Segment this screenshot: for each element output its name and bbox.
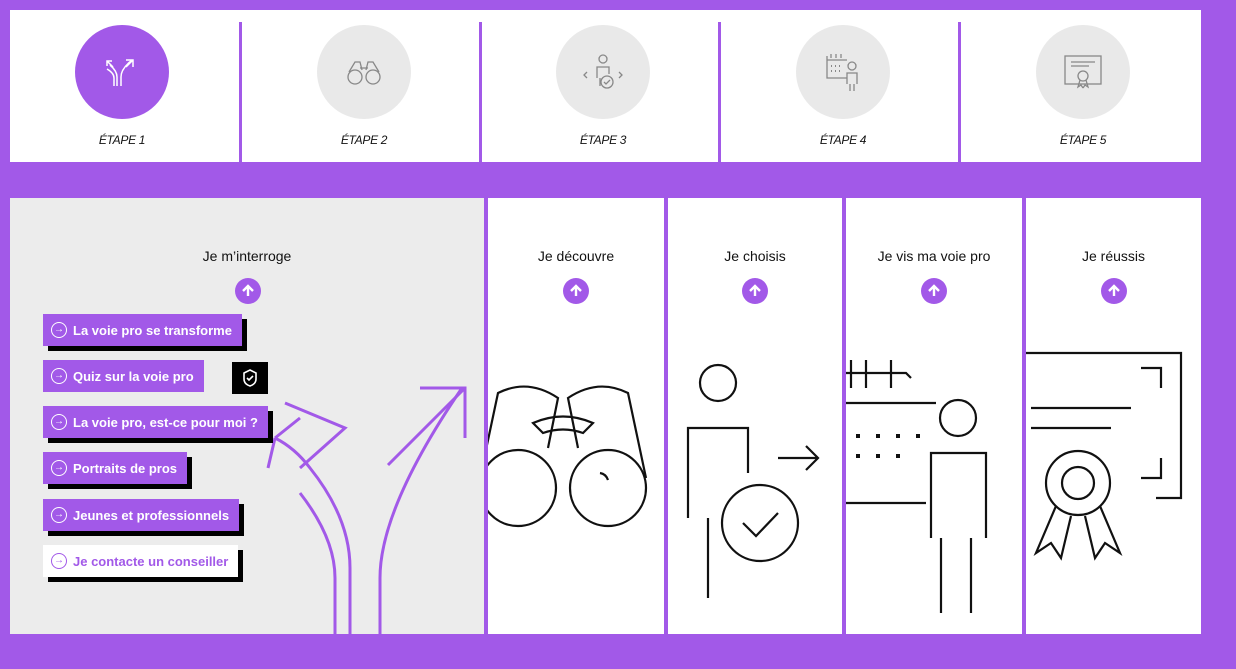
panel-title: Je découvre: [537, 248, 615, 264]
link-la-voie-pro-se-transforme[interactable]: → La voie pro se transforme: [43, 314, 242, 346]
link-label: Jeunes et professionnels: [73, 507, 230, 523]
step-2[interactable]: ÉTAPE 2: [264, 10, 464, 162]
arrow-up-circle-icon[interactable]: [235, 278, 261, 304]
person-choice-illustration: [686, 363, 820, 598]
panel-je-choisis: Je choisis: [668, 198, 842, 634]
panel-title: Je choisis: [724, 248, 786, 264]
step-1[interactable]: ÉTAPE 1: [22, 10, 222, 162]
step-label: ÉTAPE 4: [819, 133, 867, 147]
arrow-up-circle-icon[interactable]: [921, 278, 947, 304]
step-label: ÉTAPE 3: [579, 133, 627, 147]
panel-title: Je vis ma voie pro: [877, 248, 991, 264]
step-divider: [479, 22, 482, 162]
arrow-up-circle-icon[interactable]: [1101, 278, 1127, 304]
step-4[interactable]: ÉTAPE 4: [743, 10, 943, 162]
link-la-voie-pro-est-ce-pour-moi[interactable]: → La voie pro, est-ce pour moi ?: [43, 406, 268, 438]
panel-je-decouvre: Je découvre: [488, 198, 664, 634]
link-je-contacte-un-conseiller[interactable]: → Je contacte un conseiller: [43, 545, 239, 577]
step-5[interactable]: ÉTAPE 5: [983, 10, 1183, 162]
step-divider: [239, 22, 242, 162]
link-quiz-sur-la-voie-pro[interactable]: → Quiz sur la voie pro: [43, 360, 204, 392]
panel-je-minterroge: Je m’interroge → La voie pro se transfor…: [10, 198, 484, 634]
person-choice-icon: [556, 25, 650, 119]
link-jeunes-et-professionnels[interactable]: → Jeunes et professionnels: [43, 499, 240, 531]
step-3[interactable]: ÉTAPE 3: [503, 10, 703, 162]
link-label: Quiz sur la voie pro: [73, 368, 194, 384]
step-label: ÉTAPE 1: [98, 133, 146, 147]
binoculars-icon: [317, 25, 411, 119]
arrow-right-circle-icon: →: [51, 507, 67, 523]
arrow-up-circle-icon[interactable]: [563, 278, 589, 304]
step-divider: [718, 22, 721, 162]
arrow-right-circle-icon: →: [51, 414, 67, 430]
link-label: La voie pro se transforme: [73, 322, 232, 338]
arrow-up-circle-icon[interactable]: [742, 278, 768, 304]
panel-title: Je m’interroge: [202, 248, 292, 264]
link-portraits-de-pros[interactable]: → Portraits de pros: [43, 452, 188, 484]
step-divider: [958, 22, 961, 162]
shield-check-icon: [232, 362, 268, 394]
link-label: Portraits de pros: [73, 460, 178, 476]
crossroads-arrows-icon: [75, 25, 169, 119]
binoculars-illustration: [488, 385, 648, 528]
diploma-certificate-icon: [1036, 25, 1130, 119]
link-label: La voie pro, est-ce pour moi ?: [73, 414, 258, 430]
arrow-right-circle-icon: →: [51, 368, 67, 384]
panel-title: Je réussis: [1081, 248, 1146, 264]
step-navigation-bar: ÉTAPE 1 ÉTAPE 2 ÉTAPE 3 ÉTAPE 4 ÉTAPE 5: [10, 10, 1201, 162]
arrow-right-circle-icon: →: [51, 460, 67, 476]
panel-je-vis-ma-voie-pro: Je vis ma voie pro: [846, 198, 1022, 634]
diploma-certificate-illustration: [1026, 351, 1183, 561]
calendar-person-illustration: [846, 360, 988, 613]
step-label: ÉTAPE 2: [340, 133, 388, 147]
calendar-person-icon: [796, 25, 890, 119]
panel-je-reussis: Je réussis: [1026, 198, 1201, 634]
arrow-right-circle-icon: →: [51, 553, 67, 569]
link-label: Je contacte un conseiller: [73, 553, 229, 569]
arrow-right-circle-icon: →: [51, 322, 67, 338]
step-label: ÉTAPE 5: [1059, 133, 1107, 147]
